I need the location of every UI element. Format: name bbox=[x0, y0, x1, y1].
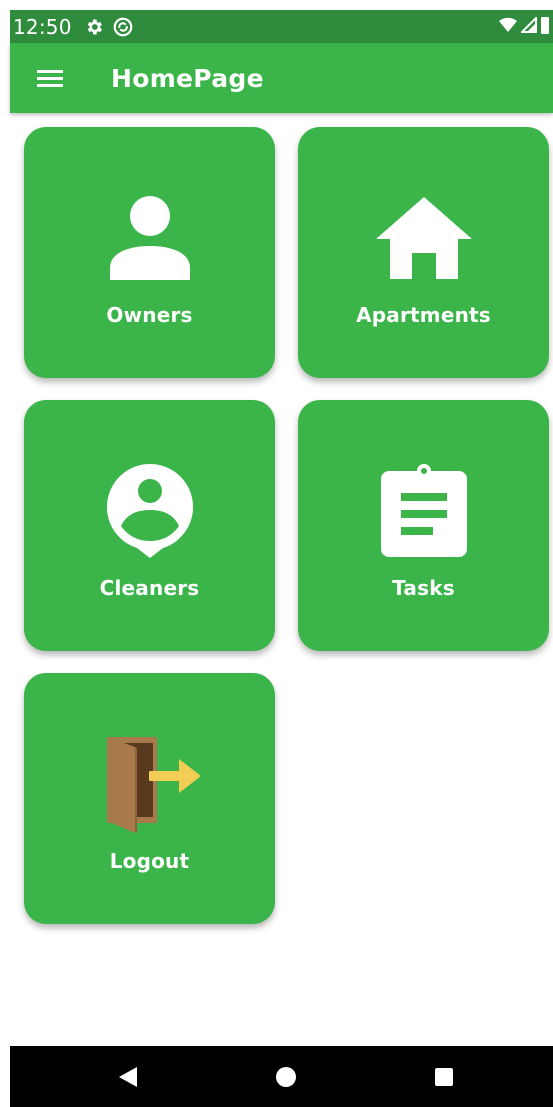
home-circle-icon bbox=[276, 1066, 296, 1087]
logout-label: Logout bbox=[109, 849, 190, 873]
system-nav-bar bbox=[10, 1046, 553, 1107]
house-icon bbox=[298, 187, 549, 287]
page-title: HomePage bbox=[111, 63, 264, 93]
apartments-label: Apartments bbox=[356, 303, 491, 327]
back-button[interactable] bbox=[108, 1046, 148, 1107]
menu-button[interactable] bbox=[37, 67, 63, 89]
recents-button[interactable] bbox=[424, 1046, 464, 1107]
cleaners-label: Cleaners bbox=[99, 576, 200, 600]
home-screen: 12:50 HomePage Owners Apartments Cleaner… bbox=[0, 0, 553, 1107]
owners-label: Owners bbox=[106, 303, 193, 327]
logout-tile[interactable]: Logout bbox=[24, 673, 275, 924]
door-exit-icon bbox=[24, 733, 275, 833]
owners-tile[interactable]: Owners bbox=[24, 127, 275, 378]
hamburger-menu-icon bbox=[37, 70, 63, 87]
apartments-tile[interactable]: Apartments bbox=[298, 127, 549, 378]
settings-gear-icon bbox=[84, 17, 104, 37]
back-triangle-icon bbox=[119, 1066, 137, 1087]
status-time: 12:50 bbox=[13, 14, 72, 39]
battery-icon bbox=[541, 16, 549, 38]
sync-circle-icon bbox=[112, 16, 134, 38]
status-bar: 12:50 bbox=[10, 10, 553, 43]
signal-icon bbox=[519, 15, 537, 37]
tasks-tile[interactable]: Tasks bbox=[298, 400, 549, 651]
home-button[interactable] bbox=[266, 1046, 306, 1107]
clipboard-icon bbox=[298, 460, 549, 560]
cleaners-tile[interactable]: Cleaners bbox=[24, 400, 275, 651]
wifi-icon bbox=[499, 17, 517, 37]
person-pin-icon bbox=[24, 460, 275, 560]
app-bar: HomePage bbox=[10, 43, 553, 113]
status-right-icons bbox=[499, 10, 549, 43]
person-icon bbox=[24, 187, 275, 287]
tasks-label: Tasks bbox=[392, 576, 455, 600]
recents-square-icon bbox=[435, 1067, 453, 1086]
